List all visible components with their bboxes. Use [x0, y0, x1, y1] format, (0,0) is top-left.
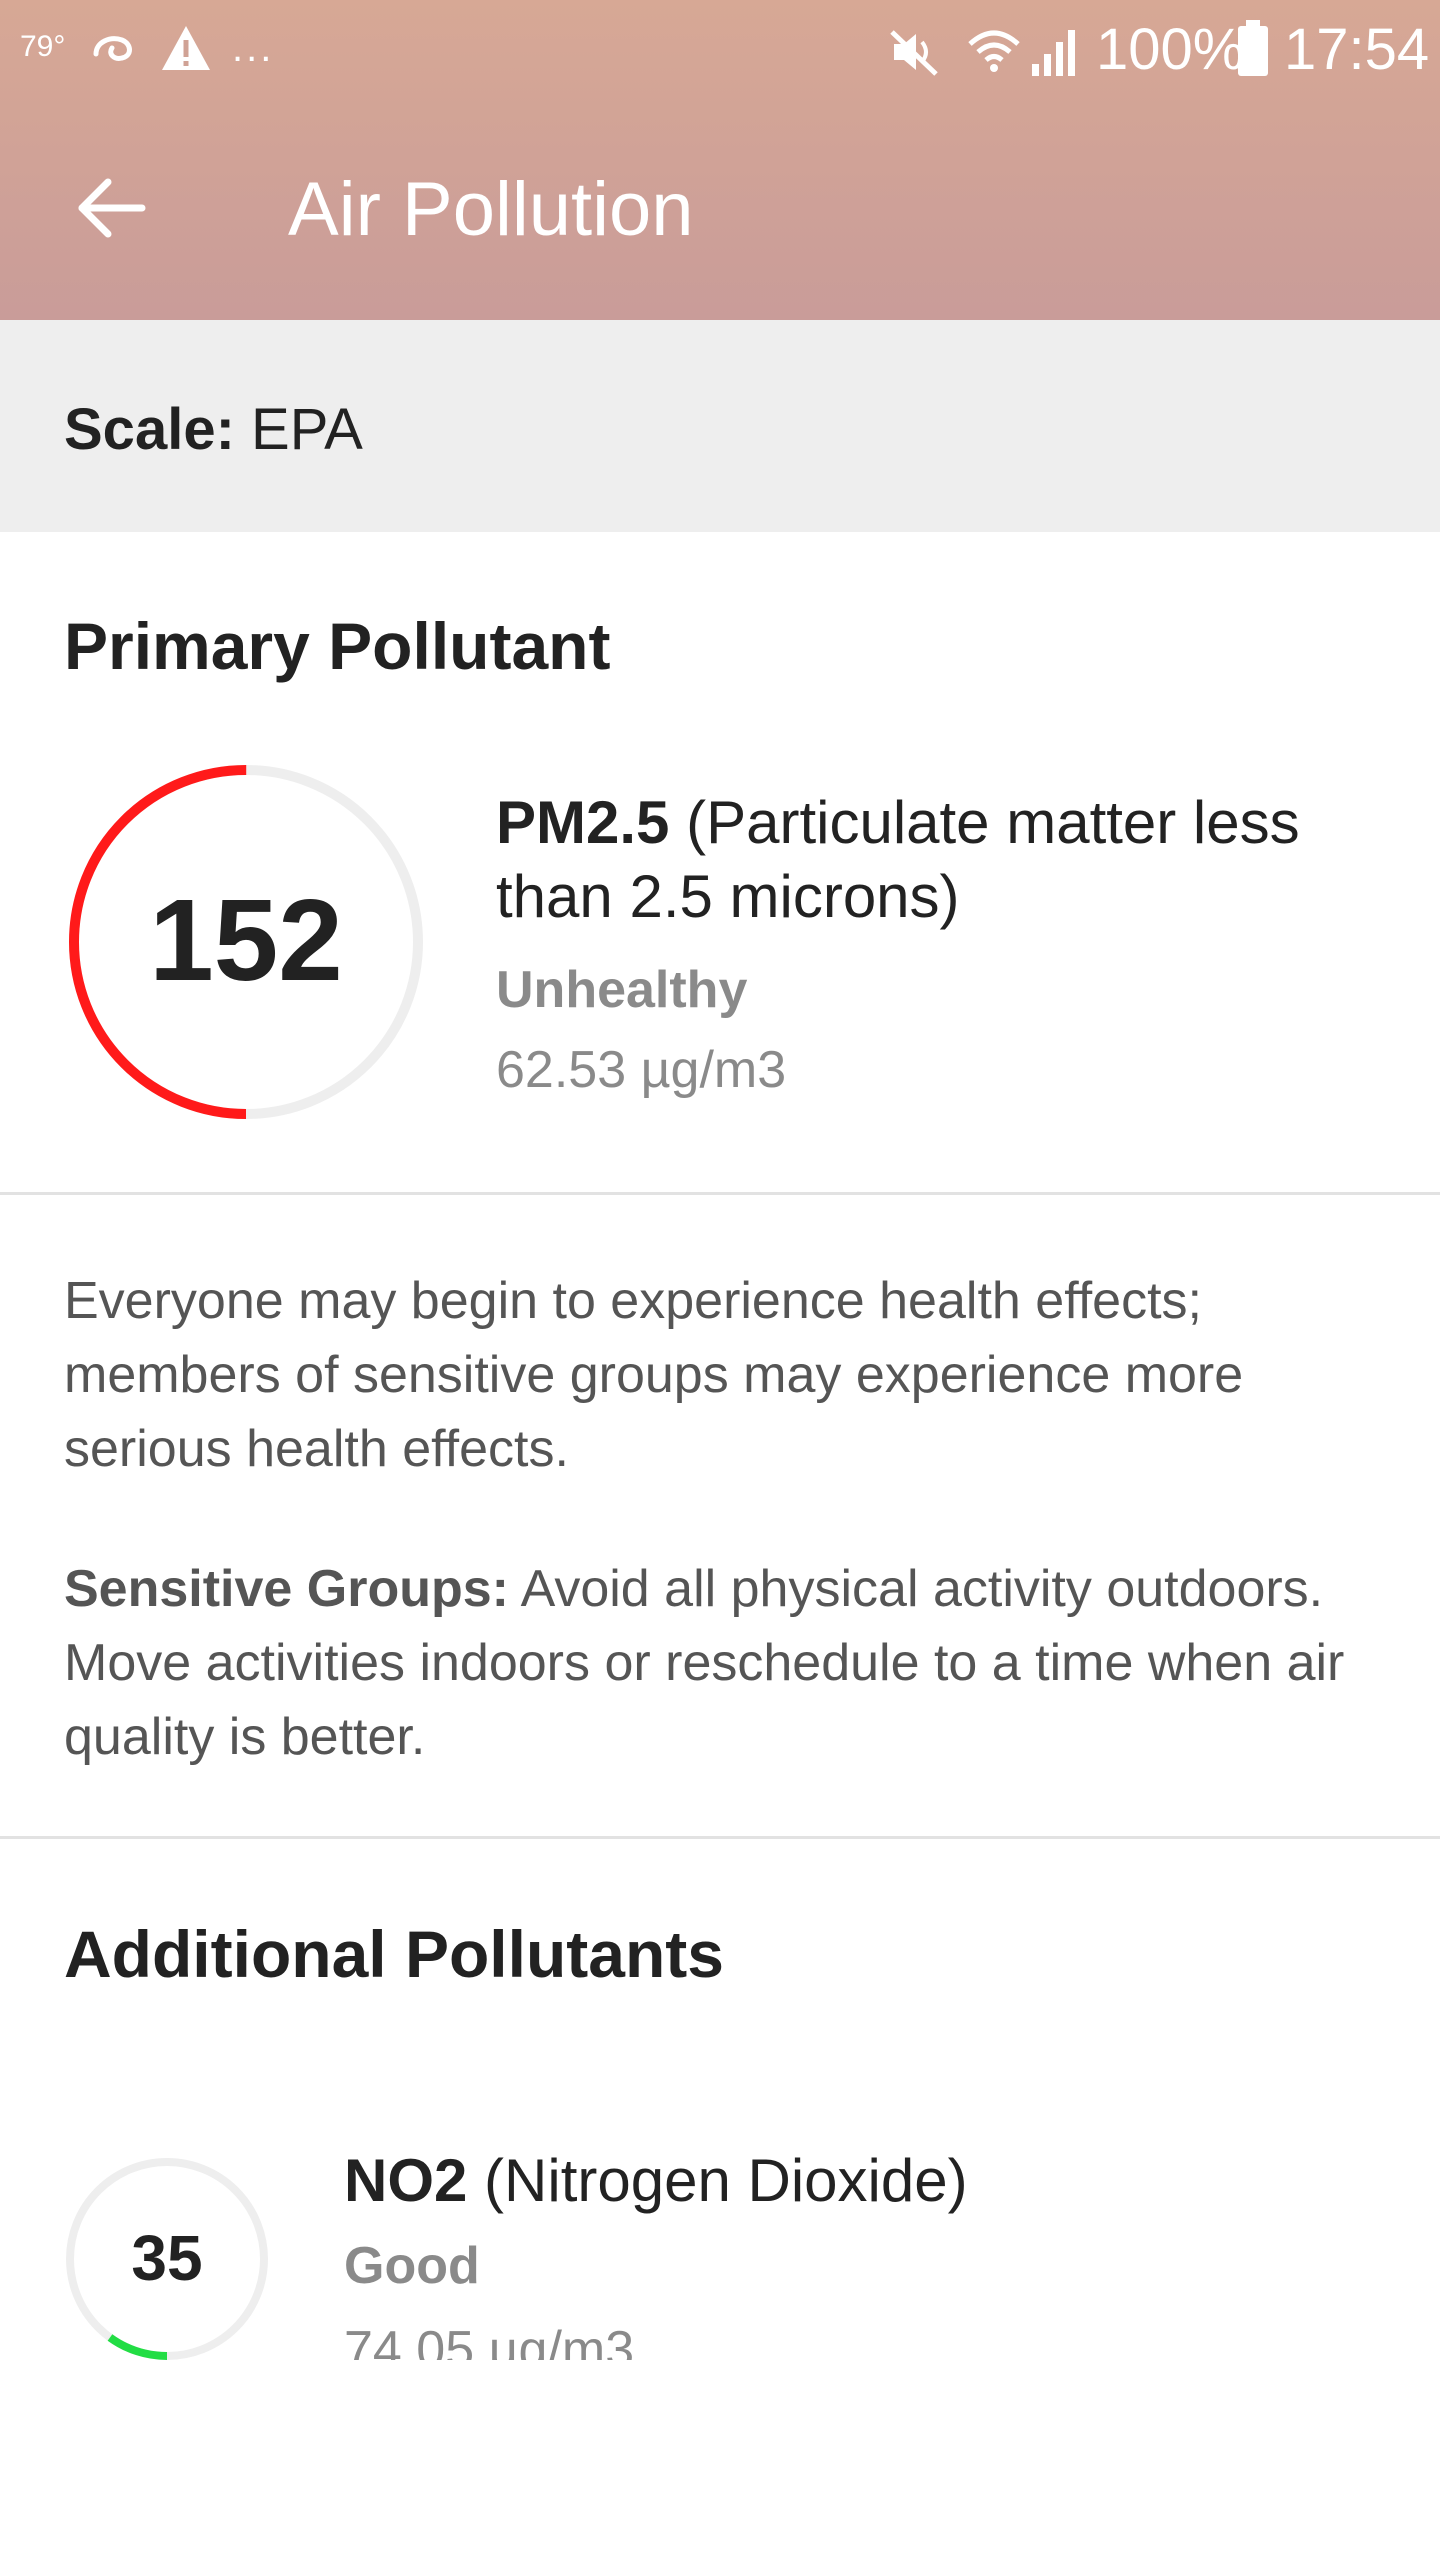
warning-icon	[162, 26, 210, 70]
scale-label: Scale:	[64, 397, 235, 462]
scale-text: Scale: EPA	[64, 396, 363, 463]
sensitive-groups-label: Sensitive Groups:	[64, 1560, 509, 1618]
primary-pollutant-name: PM2.5 (Particulate matter less than 2.5 …	[496, 786, 1376, 934]
temperature-indicator: 79°	[20, 30, 66, 63]
no2-code: NO2	[344, 2147, 468, 2214]
battery-icon	[1238, 20, 1268, 76]
more-notifications: ...	[232, 26, 275, 70]
primary-level: Unhealthy	[496, 961, 748, 1019]
status-bar: 79° ... 100% 17:54	[0, 0, 1440, 100]
scale-selector[interactable]: Scale: EPA	[0, 320, 1440, 532]
no2-name: NO2 (Nitrogen Dioxide)	[344, 2146, 968, 2215]
divider	[0, 1192, 1440, 1195]
wifi-icon	[968, 30, 1020, 72]
no2-level: Good	[344, 2237, 480, 2295]
no2-concentration: 74.05 µg/m3	[344, 2321, 635, 2360]
primary-pollutant-code: PM2.5	[496, 789, 670, 856]
swirl-icon	[93, 36, 132, 61]
signal-icon	[1032, 30, 1075, 76]
sensitive-groups-advice: Sensitive Groups: Avoid all physical act…	[64, 1552, 1384, 1774]
no2-fullname: (Nitrogen Dioxide)	[484, 2147, 968, 2214]
primary-pollutant-heading: Primary Pollutant	[64, 609, 611, 683]
scale-value: EPA	[251, 397, 363, 462]
primary-concentration: 62.53 µg/m3	[496, 1041, 787, 1099]
additional-pollutant-list[interactable]: 35 NO2 (Nitrogen Dioxide) Good 74.05 µg/…	[0, 2100, 1440, 2360]
mute-icon	[890, 30, 938, 76]
additional-pollutants-heading: Additional Pollutants	[64, 1917, 724, 1991]
clock: 17:54	[1284, 17, 1430, 82]
primary-aqi-value: 152	[149, 875, 343, 1005]
divider	[0, 1836, 1440, 1839]
back-arrow-icon[interactable]	[72, 168, 152, 248]
health-effects-description: Everyone may begin to experience health …	[64, 1272, 1244, 1478]
battery-percentage: 100%	[1096, 17, 1245, 82]
no2-aqi-value: 35	[131, 2222, 203, 2294]
page-title: Air Pollution	[288, 167, 694, 252]
